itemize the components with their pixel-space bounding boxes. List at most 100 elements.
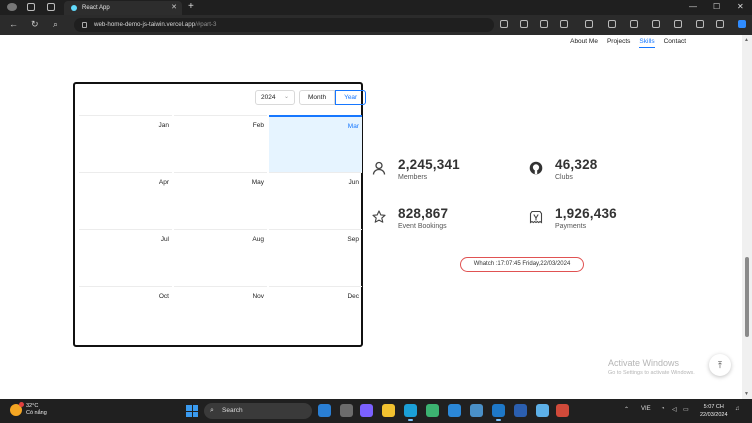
search-icon[interactable]: ⌕ bbox=[53, 19, 58, 30]
stat-value: 46,328 bbox=[555, 157, 598, 172]
react-favicon-icon bbox=[71, 5, 77, 11]
read-aloud-icon[interactable] bbox=[540, 20, 548, 28]
extensions-icon[interactable] bbox=[585, 20, 593, 28]
scroll-up-arrow-icon[interactable]: ▲ bbox=[744, 37, 749, 43]
widgets-app-icon[interactable] bbox=[318, 404, 331, 417]
weather-desc: Có nắng bbox=[26, 410, 47, 416]
performance-icon[interactable] bbox=[696, 20, 704, 28]
tab-title: React App bbox=[82, 5, 110, 11]
month-cell-aug[interactable]: Aug bbox=[174, 229, 267, 286]
site-nav: About Me Projects Skills Contact bbox=[570, 38, 686, 48]
year-select-value: 2024 bbox=[261, 94, 276, 101]
nav-skills[interactable]: Skills bbox=[639, 38, 655, 48]
browser-tab-bar: React App ✕ + — ☐ ✕ bbox=[0, 0, 752, 15]
stat-label: Members bbox=[398, 174, 428, 181]
watermark-title: Activate Windows bbox=[608, 358, 680, 368]
url-path: /#part-3 bbox=[195, 21, 217, 28]
month-grid: Jan Feb Mar Apr May Jun Jul Aug Sep Oct … bbox=[79, 115, 362, 343]
scroll-down-arrow-icon[interactable]: ▼ bbox=[744, 391, 749, 397]
month-cell-jul[interactable]: Jul bbox=[79, 229, 172, 286]
month-cell-mar[interactable]: Mar bbox=[269, 115, 362, 172]
weather-widget[interactable]: 32°C Có nắng bbox=[10, 402, 47, 417]
nav-projects[interactable]: Projects bbox=[607, 38, 630, 48]
collections-icon[interactable] bbox=[652, 20, 660, 28]
month-cell-dec[interactable]: Dec bbox=[269, 286, 362, 343]
close-tab-icon[interactable]: ✕ bbox=[171, 1, 177, 15]
app-available-icon[interactable] bbox=[500, 20, 508, 28]
taskbar-search-label: Search bbox=[222, 407, 243, 414]
battery-icon[interactable]: ▭ bbox=[683, 406, 689, 413]
notepad-app-icon[interactable] bbox=[536, 404, 549, 417]
web-page: About Me Projects Skills Contact 2024 ⌄ … bbox=[0, 35, 742, 399]
month-cell-oct[interactable]: Oct bbox=[79, 286, 172, 343]
month-cell-may[interactable]: May bbox=[174, 172, 267, 229]
language-indicator[interactable]: VIE bbox=[641, 406, 651, 412]
file-explorer-icon[interactable] bbox=[382, 404, 395, 417]
split-screen-icon[interactable] bbox=[608, 20, 616, 28]
tab-actions-icon[interactable] bbox=[47, 3, 55, 11]
url-field[interactable]: web-home-demo-js-taiwin.vercel.app/#part… bbox=[74, 18, 494, 32]
word-app-icon[interactable] bbox=[514, 404, 527, 417]
stat-label: Event Bookings bbox=[398, 223, 447, 230]
reload-button[interactable]: ↻ bbox=[31, 19, 39, 30]
favorite-star-icon[interactable] bbox=[560, 20, 568, 28]
maximize-button[interactable]: ☐ bbox=[713, 2, 720, 11]
nav-contact[interactable]: Contact bbox=[664, 38, 686, 48]
stat-value: 828,867 bbox=[398, 206, 449, 221]
chevron-down-icon: ⌄ bbox=[283, 94, 289, 100]
vscode-app-icon[interactable] bbox=[492, 404, 505, 421]
workspaces-icon[interactable] bbox=[27, 3, 35, 11]
teams-app-icon[interactable] bbox=[360, 404, 373, 417]
year-mode-button[interactable]: Year bbox=[335, 90, 367, 105]
month-cell-sep[interactable]: Sep bbox=[269, 229, 362, 286]
favorites-icon[interactable] bbox=[630, 20, 638, 28]
minimize-button[interactable]: — bbox=[689, 2, 697, 11]
colorful-app-icon[interactable] bbox=[556, 404, 569, 417]
store-app-icon[interactable] bbox=[426, 404, 439, 417]
task-view-icon[interactable] bbox=[340, 404, 353, 417]
sun-icon bbox=[10, 402, 24, 416]
month-mode-button[interactable]: Month bbox=[299, 90, 336, 105]
taskbar-search[interactable]: ⌕ Search bbox=[204, 403, 312, 419]
close-window-button[interactable]: ✕ bbox=[737, 2, 744, 11]
star-icon bbox=[370, 210, 388, 228]
calendar-header: 2024 ⌄ Month Year bbox=[255, 90, 367, 105]
back-to-top-button[interactable]: ⤒ bbox=[709, 354, 731, 376]
year-calendar: 2024 ⌄ Month Year Jan Feb Mar Apr May Ju… bbox=[73, 82, 367, 347]
todo-app-icon[interactable] bbox=[448, 404, 461, 417]
feedback-icon[interactable] bbox=[674, 20, 682, 28]
taskbar-time: 5:07 CH bbox=[703, 404, 724, 410]
stat-event-bookings: 828,867 Event Bookings bbox=[370, 206, 448, 230]
volume-icon[interactable]: ◁ bbox=[672, 406, 677, 413]
more-menu-icon[interactable] bbox=[716, 20, 724, 28]
stat-payments: 1,926,436 Payments bbox=[527, 206, 617, 230]
stat-value: 2,245,341 bbox=[398, 157, 460, 172]
profile-icon[interactable] bbox=[7, 3, 17, 11]
chevron-up-icon[interactable]: ⌃ bbox=[624, 406, 629, 413]
taskbar-clock[interactable]: 5:07 CH 22/03/2024 bbox=[700, 403, 728, 419]
payment-icon bbox=[527, 210, 545, 228]
nav-about-me[interactable]: About Me bbox=[570, 38, 598, 48]
month-cell-nov[interactable]: Nov bbox=[174, 286, 267, 343]
remote-app-icon[interactable] bbox=[470, 404, 483, 417]
month-cell-apr[interactable]: Apr bbox=[79, 172, 172, 229]
activate-windows-watermark: Activate Windows Go to Settings to activ… bbox=[608, 358, 695, 376]
month-cell-jan[interactable]: Jan bbox=[79, 115, 172, 172]
github-icon bbox=[527, 161, 545, 179]
edge-app-icon[interactable] bbox=[404, 404, 417, 421]
year-select[interactable]: 2024 ⌄ bbox=[255, 90, 295, 105]
month-cell-jun[interactable]: Jun bbox=[269, 172, 362, 229]
month-cell-feb[interactable]: Feb bbox=[174, 115, 267, 172]
wifi-icon[interactable]: ◔ bbox=[661, 406, 665, 412]
notification-bell-icon[interactable]: ♫ bbox=[735, 406, 740, 412]
scrollbar-thumb[interactable] bbox=[745, 257, 749, 337]
back-button[interactable]: ← bbox=[9, 19, 18, 30]
translate-icon[interactable] bbox=[520, 20, 528, 28]
copilot-icon[interactable] bbox=[738, 20, 746, 28]
page-scrollbar[interactable]: ▲ ▼ bbox=[742, 35, 752, 399]
start-windows-icon[interactable] bbox=[186, 405, 198, 417]
stat-members: 2,245,341 Members bbox=[370, 157, 460, 181]
new-tab-button[interactable]: + bbox=[188, 1, 194, 13]
address-toolbar: ← ↻ ⌕ web-home-demo-js-taiwin.vercel.app… bbox=[0, 15, 752, 35]
browser-tab[interactable]: React App ✕ bbox=[64, 1, 182, 15]
